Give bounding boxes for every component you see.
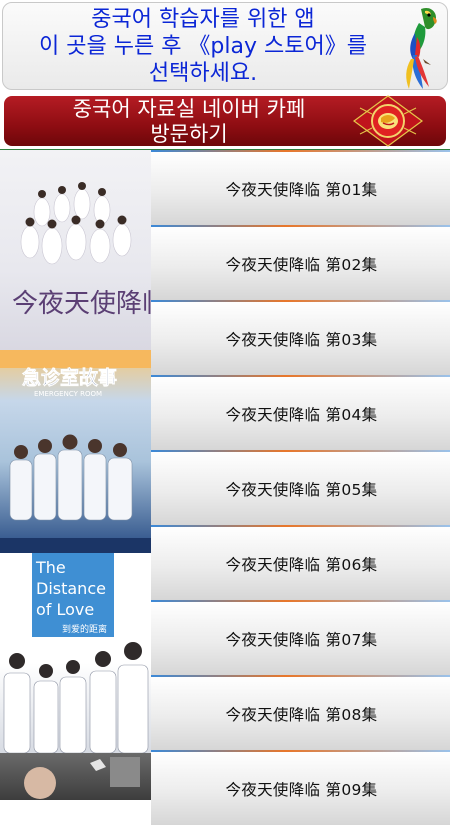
poster-distance-art: The Distance of Love 到爱的距离 [3,553,149,753]
lantern-emblem-icon [352,95,424,147]
episode-item[interactable]: 今夜天使降临 第06集 [151,527,450,600]
episode-label: 今夜天使降临 第07集 [225,630,378,649]
episode-label: 今夜天使降临 第04集 [225,405,378,424]
episode-item[interactable]: 今夜天使降临 第08集 [151,677,450,750]
poster-subtitle: 到爱的距离 [62,623,107,635]
episode-item[interactable]: 今夜天使降临 第01集 [151,152,450,225]
episode-item[interactable]: 今夜天使降临 第09集 [151,752,450,825]
poster-angel-drama[interactable]: 今夜天使降临 [0,150,151,350]
episode-list: 今夜天使降临 第01集 今夜天使降临 第02集 今夜天使降临 第03集 今夜天使… [151,150,450,825]
play-store-banner[interactable]: 중국어 학습자를 위한 앱 이 곳을 누른 후 《play 스토어》를 선택하세… [2,2,448,90]
episode-label: 今夜天使降临 第08集 [225,705,378,724]
naver-cafe-banner[interactable]: 중국어 자료실 네이버 카페 방문하기 [4,95,446,147]
banner-line-2: 이 곳을 누른 후 《play 스토어》를 [39,34,367,59]
poster-distance-of-love[interactable]: The Distance of Love 到爱的距离 [0,553,151,753]
naver-cafe-banner-text: 중국어 자료실 네이버 카페 방문하기 [24,97,354,147]
episode-label: 今夜天使降临 第06集 [225,555,378,574]
poster-title: 急诊室故事 [22,366,117,389]
episode-item[interactable]: 今夜天使降临 第03集 [151,302,450,375]
play-store-banner-text: 중국어 학습자를 위한 앱 이 곳을 누른 후 《play 스토어》를 선택하세… [3,6,403,87]
poster-next-drama[interactable] [0,753,151,800]
poster-next-art [24,757,140,799]
banner-line-1: 중국어 학습자를 위한 앱 [91,7,315,32]
episode-item[interactable]: 今夜天使降临 第02集 [151,227,450,300]
episode-item[interactable]: 今夜天使降临 第04集 [151,377,450,450]
episode-item[interactable]: 今夜天使降临 第05集 [151,452,450,525]
banner-line-3: 선택하세요. [148,61,258,86]
episode-label: 今夜天使降临 第05集 [225,480,378,499]
episode-item[interactable]: 今夜天使降临 第07集 [151,602,450,675]
poster-emergency-art: 急诊室故事 EMERGENCY ROOM [0,350,151,553]
poster-emergency-room[interactable]: 急诊室故事 EMERGENCY ROOM [0,350,151,553]
episode-label: 今夜天使降临 第09集 [225,780,378,799]
parrot-icon [406,7,437,89]
episode-label: 今夜天使降临 第03集 [225,330,378,349]
poster-title: 今夜天使降临 [12,289,151,319]
poster-angel-art: 今夜天使降临 [12,182,151,319]
cafe-line-1: 중국어 자료실 네이버 카페 [72,97,306,121]
episode-label: 今夜天使降临 第01集 [225,180,378,199]
poster-title-line-1: The [35,558,66,577]
episode-label: 今夜天使降临 第02集 [225,255,378,274]
poster-title-line-3: of Love [36,600,94,619]
poster-column: 今夜天使降临 急诊室故事 EMERGENCY ROOM The Distance… [0,150,151,800]
cafe-line-2: 방문하기 [150,122,228,146]
poster-subtitle: EMERGENCY ROOM [34,390,102,398]
poster-title-line-2: Distance [36,579,106,598]
